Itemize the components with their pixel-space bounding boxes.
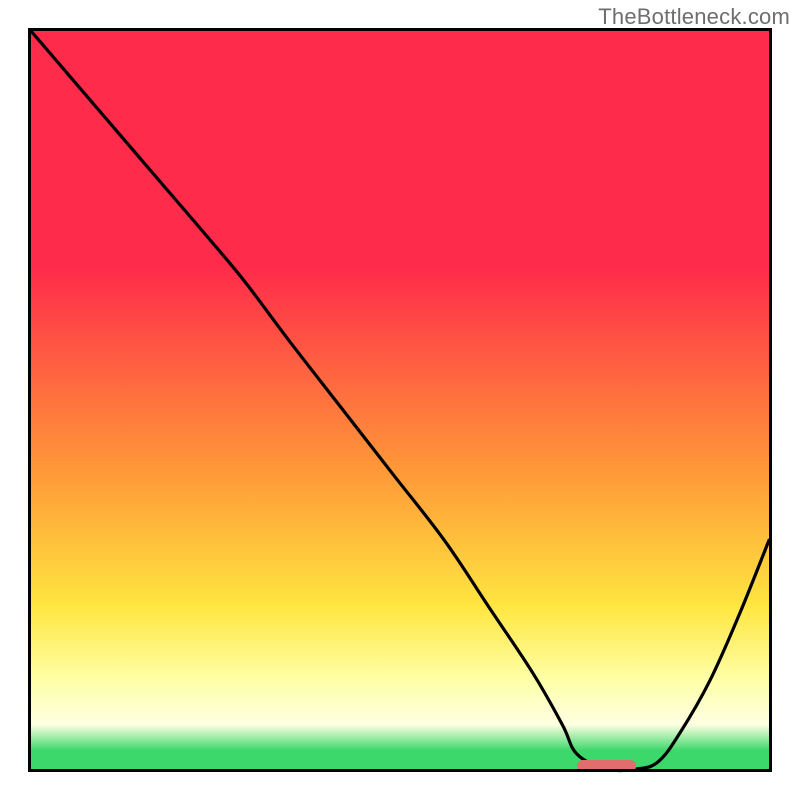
watermark-text: TheBottleneck.com <box>598 4 790 30</box>
plot-gradient <box>31 31 769 769</box>
chart-svg <box>0 0 800 800</box>
plot-area <box>30 30 771 773</box>
